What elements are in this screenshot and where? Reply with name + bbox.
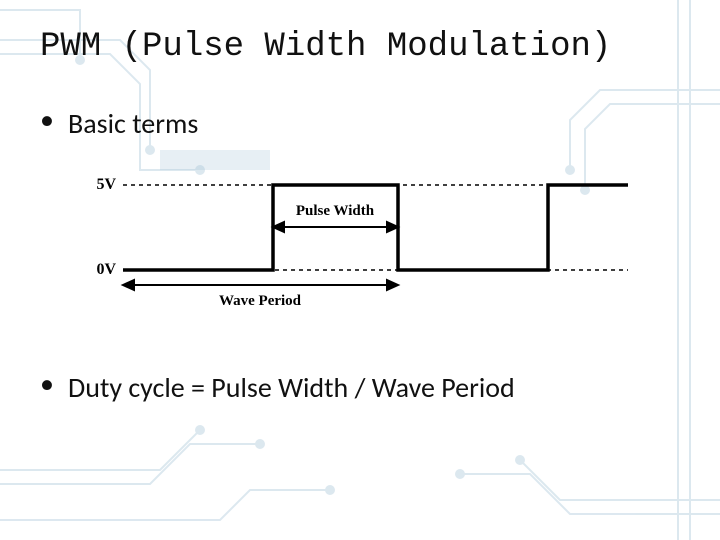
bullet-list: Basic terms bbox=[40, 106, 680, 141]
label-5v: 5V bbox=[96, 176, 116, 193]
slide: PWM (Pulse Width Modulation) Basic terms… bbox=[0, 0, 720, 540]
bullet-basic-terms-text: Basic terms bbox=[68, 106, 198, 141]
bullet-basic-terms: Basic terms bbox=[40, 106, 680, 141]
bullet-duty-cycle-text: Duty cycle = Pulse Width / Wave Period bbox=[68, 370, 515, 405]
bullet-duty-cycle: Duty cycle = Pulse Width / Wave Period bbox=[40, 370, 680, 405]
slide-title: PWM (Pulse Width Modulation) bbox=[40, 28, 680, 66]
label-0v: 0V bbox=[96, 261, 116, 278]
label-pulse-width: Pulse Width bbox=[296, 203, 375, 219]
pwm-diagram: 5V 0V Pulse Width Wave Period bbox=[68, 165, 680, 320]
bullet-list-2: Duty cycle = Pulse Width / Wave Period bbox=[40, 370, 680, 405]
label-wave-period: Wave Period bbox=[219, 293, 302, 309]
